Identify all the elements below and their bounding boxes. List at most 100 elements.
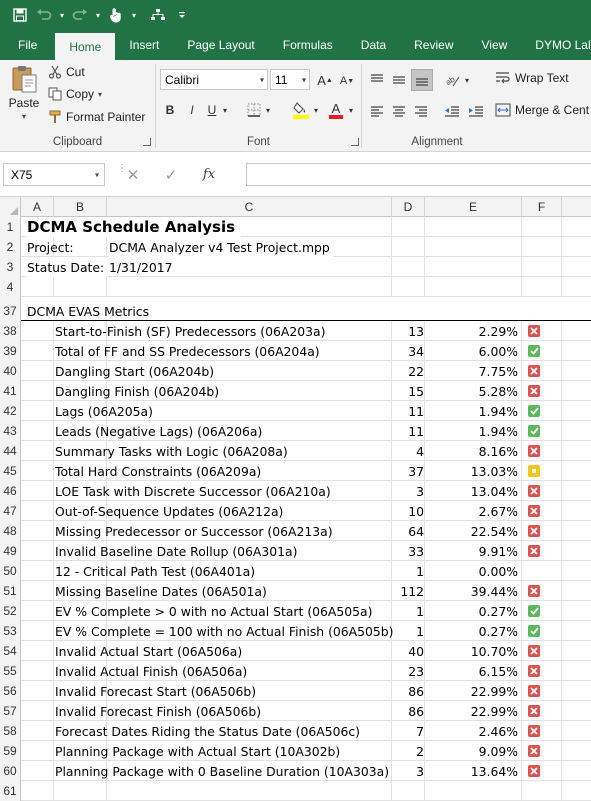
tab-file[interactable]: File: [0, 30, 55, 60]
metric-count[interactable]: 1: [392, 601, 424, 621]
touch-dropdown-icon[interactable]: ▾: [128, 11, 140, 20]
metric-count[interactable]: 4: [392, 441, 424, 461]
metric-count[interactable]: 34: [392, 341, 424, 361]
tab-insert[interactable]: Insert: [115, 30, 173, 60]
status-date-label[interactable]: Status Date:: [27, 257, 108, 277]
column-header-b[interactable]: B: [54, 197, 107, 217]
metric-name[interactable]: 12 - Critical Path Test (06A401a): [55, 561, 255, 581]
tab-home[interactable]: Home: [55, 33, 116, 60]
metric-percent[interactable]: 2.29%: [425, 321, 518, 341]
column-header-f[interactable]: F: [522, 197, 562, 217]
name-box[interactable]: X75 ▾: [3, 163, 105, 186]
tab-dymo-label[interactable]: DYMO Lal: [521, 30, 591, 60]
italic-button[interactable]: I: [184, 100, 200, 120]
metric-count[interactable]: 3: [392, 761, 424, 781]
metric-percent[interactable]: 39.44%: [425, 581, 518, 601]
column-header-g[interactable]: [562, 197, 591, 217]
row-header[interactable]: 3: [0, 257, 21, 277]
font-color-dropdown-icon[interactable]: ▾: [346, 100, 356, 120]
select-all-corner[interactable]: [0, 197, 21, 217]
metric-count[interactable]: 13: [392, 321, 424, 341]
metric-name[interactable]: Invalid Actual Finish (06A506a): [55, 661, 247, 681]
metric-count[interactable]: 11: [392, 401, 424, 421]
clipboard-launcher-icon[interactable]: [143, 138, 151, 146]
row-header[interactable]: 58: [0, 721, 21, 741]
metric-count[interactable]: 3: [392, 481, 424, 501]
metric-count[interactable]: 22: [392, 361, 424, 381]
font-size-select[interactable]: 11 ▾: [270, 69, 310, 90]
redo-icon[interactable]: [68, 3, 92, 27]
metric-name[interactable]: Lags (06A205a): [55, 401, 153, 421]
metric-count[interactable]: 1: [392, 561, 424, 581]
row-header[interactable]: 45: [0, 461, 21, 481]
metric-count[interactable]: 7: [392, 721, 424, 741]
metric-percent[interactable]: 22.99%: [425, 681, 518, 701]
metric-percent[interactable]: 1.94%: [425, 401, 518, 421]
insert-function-icon[interactable]: fx: [189, 163, 229, 186]
metric-percent[interactable]: 5.28%: [425, 381, 518, 401]
metric-count[interactable]: 2: [392, 741, 424, 761]
row-header[interactable]: 39: [0, 341, 21, 361]
metric-percent[interactable]: 6.00%: [425, 341, 518, 361]
metric-name[interactable]: Total of FF and SS Predecessors (06A204a…: [55, 341, 320, 361]
row-header[interactable]: 46: [0, 481, 21, 501]
column-header-c[interactable]: C: [107, 197, 392, 217]
row-header[interactable]: 37: [0, 301, 21, 321]
metric-name[interactable]: Invalid Actual Start (06A506a): [55, 641, 242, 661]
row-header[interactable]: 51: [0, 581, 21, 601]
row-header[interactable]: 41: [0, 381, 21, 401]
row-header[interactable]: 47: [0, 501, 21, 521]
font-family-select[interactable]: Calibri ▾: [160, 69, 268, 90]
customize-qat-icon[interactable]: [170, 3, 194, 27]
metric-count[interactable]: 1: [392, 621, 424, 641]
fill-color-icon[interactable]: [292, 101, 310, 119]
font-launcher-icon[interactable]: [351, 138, 359, 146]
row-header[interactable]: 42: [0, 401, 21, 421]
row-header[interactable]: 44: [0, 441, 21, 461]
metric-percent[interactable]: 0.00%: [425, 561, 518, 581]
cancel-icon[interactable]: ✕: [113, 163, 153, 186]
format-painter-button[interactable]: Format Painter: [48, 110, 145, 124]
metric-percent[interactable]: 2.46%: [425, 721, 518, 741]
tab-view[interactable]: View: [468, 30, 522, 60]
metric-percent[interactable]: 0.27%: [425, 621, 518, 641]
row-header[interactable]: 54: [0, 641, 21, 661]
formula-input[interactable]: [246, 163, 591, 186]
metric-percent[interactable]: 10.70%: [425, 641, 518, 661]
column-header-e[interactable]: E: [425, 197, 522, 217]
metric-percent[interactable]: 22.99%: [425, 701, 518, 721]
metric-name[interactable]: Missing Predecessor or Successor (06A213…: [55, 521, 333, 541]
bold-button[interactable]: B: [162, 100, 178, 120]
metric-percent[interactable]: 8.16%: [425, 441, 518, 461]
metric-name[interactable]: Planning Package with Actual Start (10A3…: [55, 741, 340, 761]
metric-percent[interactable]: 9.09%: [425, 741, 518, 761]
metric-name[interactable]: Invalid Forecast Finish (06A506b): [55, 701, 261, 721]
metric-name[interactable]: LOE Task with Discrete Successor (06A210…: [55, 481, 331, 501]
copy-dropdown-icon[interactable]: ▾: [98, 90, 102, 99]
row-header[interactable]: 48: [0, 521, 21, 541]
metric-percent[interactable]: 13.64%: [425, 761, 518, 781]
metric-percent[interactable]: 0.27%: [425, 601, 518, 621]
font-color-icon[interactable]: A: [328, 100, 344, 120]
metric-count[interactable]: 11: [392, 421, 424, 441]
paste-button[interactable]: Paste ▾: [6, 64, 42, 121]
section-heading[interactable]: DCMA EVAS Metrics: [27, 301, 149, 321]
metric-name[interactable]: Total Hard Constraints (06A209a): [55, 461, 261, 481]
metric-name[interactable]: EV % Complete > 0 with no Actual Start (…: [55, 601, 372, 621]
row-header[interactable]: 4: [0, 277, 21, 297]
row-header[interactable]: 49: [0, 541, 21, 561]
metric-percent[interactable]: 6.15%: [425, 661, 518, 681]
metric-name[interactable]: Invalid Baseline Date Rollup (06A301a): [55, 541, 297, 561]
tab-data[interactable]: Data: [347, 30, 400, 60]
row-header[interactable]: 43: [0, 421, 21, 441]
metric-percent[interactable]: 7.75%: [425, 361, 518, 381]
metric-name[interactable]: Dangling Finish (06A204b): [55, 381, 219, 401]
align-right-icon[interactable]: [412, 102, 430, 120]
undo-icon[interactable]: [32, 3, 56, 27]
wrap-text-button[interactable]: Wrap Text: [495, 71, 569, 85]
metric-count[interactable]: 10: [392, 501, 424, 521]
status-date-value[interactable]: 1/31/2017: [109, 257, 173, 277]
row-header[interactable]: 60: [0, 761, 21, 781]
metric-count[interactable]: 37: [392, 461, 424, 481]
align-middle-icon[interactable]: [390, 71, 408, 89]
